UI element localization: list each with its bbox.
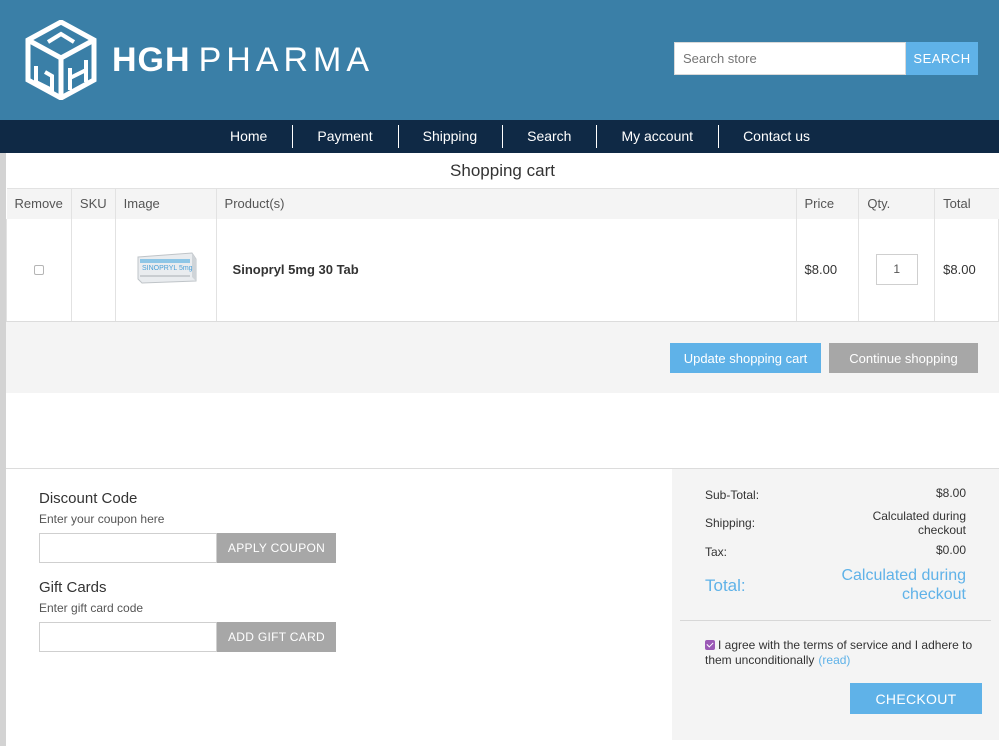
- product-cell: Sinopryl 5mg 30 Tab: [215, 218, 797, 322]
- subtotal-label: Sub-Total:: [705, 488, 760, 502]
- remove-checkbox[interactable]: [33, 264, 44, 275]
- main-nav: Home Payment Shipping Search My account …: [0, 120, 999, 153]
- site-logo[interactable]: HGH PHARMA: [24, 20, 374, 100]
- col-image: Image: [114, 188, 217, 219]
- col-products: Product(s): [215, 188, 797, 219]
- shipping-label: Shipping:: [705, 516, 756, 530]
- search-input[interactable]: [674, 42, 906, 75]
- product-image[interactable]: SINOPRYL 5mg: [136, 251, 198, 285]
- search-button[interactable]: SEARCH: [906, 42, 978, 75]
- cart-header-row: Remove SKU Image Product(s) Price Qty. T…: [6, 188, 999, 219]
- nav-item-my-account[interactable]: My account: [596, 120, 718, 153]
- brand-light: PHARMA: [198, 40, 375, 79]
- product-name-link[interactable]: Sinopryl 5mg 30 Tab: [225, 262, 359, 277]
- col-total: Total: [934, 188, 999, 219]
- continue-shopping-button[interactable]: Continue shopping: [829, 343, 978, 373]
- product-price: $8.00: [804, 262, 838, 278]
- brand-name: HGH PHARMA: [112, 41, 374, 80]
- nav-item-contact-us[interactable]: Contact us: [718, 120, 835, 153]
- nav-item-shipping[interactable]: Shipping: [397, 120, 503, 153]
- terms-checkbox[interactable]: [705, 640, 715, 650]
- update-cart-button[interactable]: Update shopping cart: [670, 343, 821, 373]
- gift-title: Gift Cards: [39, 579, 107, 596]
- col-remove: Remove: [6, 188, 72, 219]
- quantity-input[interactable]: 1: [875, 254, 918, 286]
- shipping-value: Calculated during checkout: [873, 509, 966, 537]
- nav-item-payment[interactable]: Payment: [292, 120, 397, 153]
- order-totals: Sub-Total: $8.00 Shipping: Calculated du…: [672, 469, 999, 740]
- remove-cell: [6, 218, 72, 322]
- total-cell: $8.00: [934, 218, 999, 322]
- nav-item-search[interactable]: Search: [502, 120, 596, 153]
- table-row: SINOPRYL 5mg Sinopryl 5mg 30 Tab $8.00 1…: [6, 218, 999, 322]
- terms-read-link[interactable]: (read): [818, 653, 850, 667]
- brand-bold: HGH: [112, 40, 191, 79]
- subtotal-value: $8.00: [935, 486, 966, 500]
- terms-agreement: I agree with the terms of service and I …: [705, 638, 975, 668]
- shipping-value-line2: checkout: [917, 523, 966, 537]
- image-cell: SINOPRYL 5mg: [114, 218, 217, 322]
- total-value: Calculated during checkout: [826, 566, 966, 604]
- gift-card-input[interactable]: [39, 622, 217, 652]
- col-sku: SKU: [70, 188, 116, 219]
- col-qty: Qty.: [858, 188, 935, 219]
- logo-cube-icon: [25, 20, 97, 100]
- total-value-line1: Calculated during: [841, 567, 966, 584]
- gift-hint: Enter gift card code: [39, 601, 144, 615]
- sku-cell: [70, 218, 116, 322]
- price-cell: $8.00: [795, 218, 859, 322]
- total-label: Total:: [705, 576, 746, 595]
- product-total: $8.00: [943, 262, 976, 278]
- page-title: Shopping cart: [450, 161, 555, 180]
- discount-title: Discount Code: [39, 490, 138, 507]
- shipping-value-line1: Calculated during: [872, 509, 966, 523]
- apply-coupon-button[interactable]: APPLY COUPON: [217, 533, 336, 563]
- svg-text:SINOPRYL 5mg: SINOPRYL 5mg: [142, 265, 193, 272]
- cart-actions: Update shopping cart Continue shopping: [6, 322, 999, 393]
- discount-hint: Enter your coupon here: [39, 512, 165, 526]
- totals-divider: [680, 620, 991, 621]
- total-value-line2: checkout: [901, 586, 966, 603]
- cart-table: Remove SKU Image Product(s) Price Qty. T…: [6, 188, 999, 322]
- add-gift-card-button[interactable]: ADD GIFT CARD: [217, 622, 336, 652]
- col-price: Price: [795, 188, 859, 219]
- tax-value: $0.00: [935, 543, 966, 557]
- site-header: HGH PHARMA SEARCH: [0, 0, 999, 120]
- nav-item-home[interactable]: Home: [205, 120, 292, 153]
- coupon-input[interactable]: [39, 533, 217, 563]
- tax-label: Tax:: [705, 545, 728, 559]
- qty-cell: 1: [858, 218, 935, 322]
- checkout-button[interactable]: CHECKOUT: [850, 683, 982, 714]
